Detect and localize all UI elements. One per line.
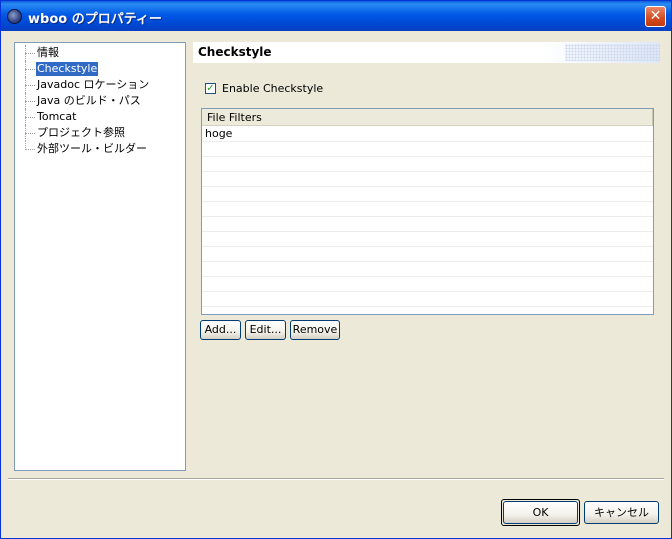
cancel-button[interactable]: キャンセル xyxy=(584,501,659,524)
property-tree: 情報 Checkstyle Javadoc ロケーション Java のビルド・パ… xyxy=(14,42,186,471)
remove-button[interactable]: Remove xyxy=(290,320,340,340)
header-decoration xyxy=(565,44,660,61)
table-row-empty xyxy=(202,202,653,217)
column-header-file-filters[interactable]: File Filters xyxy=(202,109,653,126)
table-row-empty xyxy=(202,157,653,172)
table-row-empty xyxy=(202,142,653,157)
page-title: Checkstyle xyxy=(198,45,272,59)
table-header: File Filters xyxy=(202,109,653,126)
table-row-empty xyxy=(202,172,653,187)
tree-connector xyxy=(25,109,35,125)
tree-item-label: Tomcat xyxy=(37,110,77,123)
title-bar[interactable]: wboo のプロパティー ✕ xyxy=(1,1,671,31)
checkbox-checked-icon[interactable]: ✓ xyxy=(205,83,216,94)
ok-button[interactable]: OK xyxy=(503,501,578,524)
tree-connector xyxy=(25,141,35,157)
tree-connector xyxy=(25,93,35,109)
checkbox-label: Enable Checkstyle xyxy=(222,82,324,95)
tree-connector xyxy=(25,61,35,77)
page-header: Checkstyle xyxy=(193,42,660,63)
table-row[interactable]: hoge xyxy=(202,127,653,142)
properties-dialog: wboo のプロパティー ✕ 情報 Checkstyle Javadoc ロケー… xyxy=(0,0,672,539)
tree-item-label: Javadoc ロケーション xyxy=(37,78,150,91)
close-icon: ✕ xyxy=(649,8,662,24)
table-row-empty xyxy=(202,247,653,262)
tree-item-label: プロジェクト参照 xyxy=(37,126,125,139)
tree-connector xyxy=(25,45,35,61)
tree-item-tomcat[interactable]: Tomcat xyxy=(15,109,185,125)
table-row-empty xyxy=(202,277,653,292)
tree-item-checkstyle[interactable]: Checkstyle xyxy=(15,61,185,77)
table-row-empty xyxy=(202,292,653,307)
table-row-empty xyxy=(202,217,653,232)
tree-item-label: Java のビルド・パス xyxy=(37,94,141,107)
table-row-empty xyxy=(202,232,653,247)
add-button[interactable]: Add... xyxy=(200,320,241,340)
window-title: wboo のプロパティー xyxy=(28,12,162,27)
tree-item-external-tool-builders[interactable]: 外部ツール・ビルダー xyxy=(15,141,185,157)
close-button[interactable]: ✕ xyxy=(645,6,666,27)
tree-connector xyxy=(25,77,35,93)
tree-connector xyxy=(25,125,35,141)
tree-item-label: Checkstyle xyxy=(36,62,99,76)
tree-item-label: 外部ツール・ビルダー xyxy=(37,142,147,155)
tree-item-project-references[interactable]: プロジェクト参照 xyxy=(15,125,185,141)
edit-button[interactable]: Edit... xyxy=(245,320,286,340)
table-row-empty xyxy=(202,187,653,202)
table-row-empty xyxy=(202,262,653,277)
table-body[interactable]: hoge xyxy=(202,127,653,314)
tree-item-info[interactable]: 情報 xyxy=(15,45,185,61)
tree-item-javadoc-location[interactable]: Javadoc ロケーション xyxy=(15,77,185,93)
eclipse-icon xyxy=(7,9,22,24)
tree-item-label: 情報 xyxy=(37,46,59,59)
tree-item-java-build-path[interactable]: Java のビルド・パス xyxy=(15,93,185,109)
file-filters-table: File Filters hoge xyxy=(201,108,654,315)
separator xyxy=(8,478,664,480)
